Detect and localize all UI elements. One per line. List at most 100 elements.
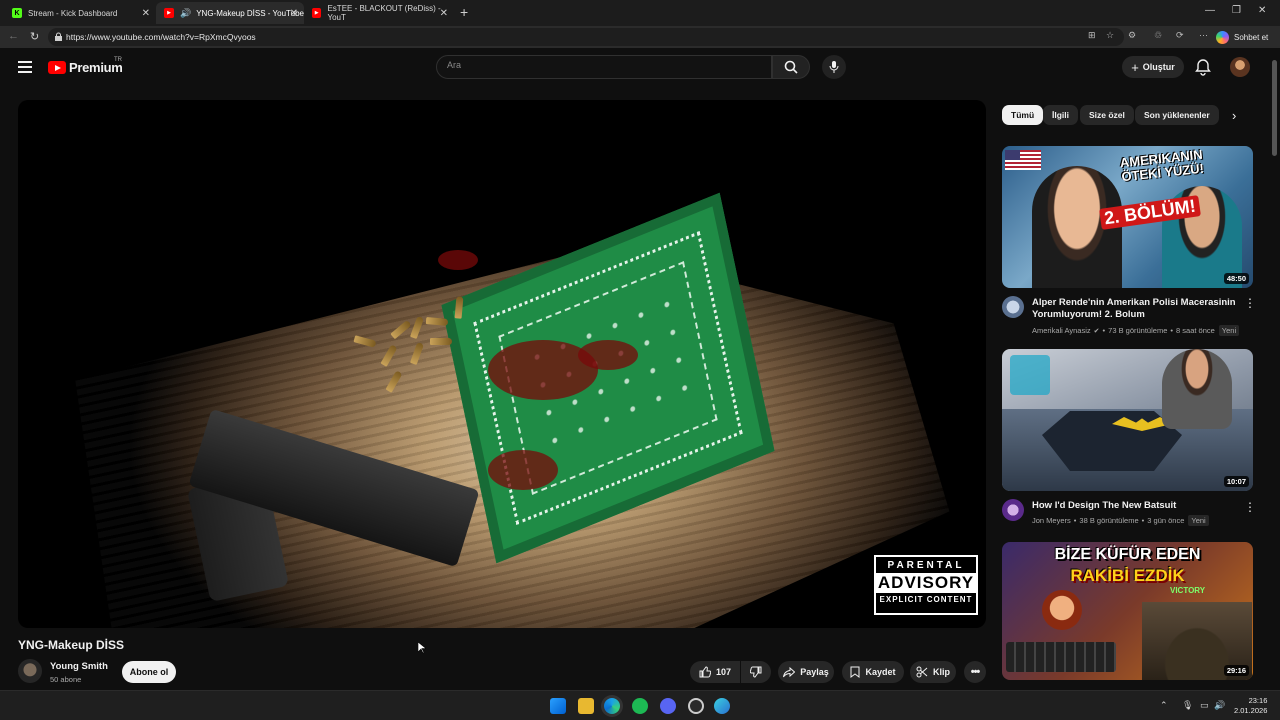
parental-advisory-label: PARENTAL ADVISORY EXPLICIT CONTENT	[874, 555, 978, 615]
channel-name[interactable]: Jon Meyers	[1032, 516, 1071, 525]
apps-icon[interactable]: ⊞	[1088, 30, 1096, 41]
chip-for-you[interactable]: Size özel	[1080, 105, 1134, 125]
more-vertical-icon[interactable]: ⋮	[1244, 500, 1256, 514]
copilot-label: Sohbet et	[1234, 32, 1269, 42]
close-tab-icon[interactable]: ✕	[142, 8, 150, 19]
search-input[interactable]	[447, 60, 747, 70]
network-icon[interactable]: ▭	[1200, 700, 1209, 711]
search-box	[436, 55, 772, 79]
close-tab-icon[interactable]: ✕	[290, 8, 298, 19]
copilot-button[interactable]: Sohbet et	[1216, 29, 1268, 45]
view-count: 38 B görüntüleme	[1079, 516, 1139, 525]
save-label: Kaydet	[865, 667, 896, 677]
extensions-icon[interactable]: ⚙	[1128, 30, 1136, 41]
microphone-icon	[829, 61, 839, 73]
channel-avatar[interactable]	[1002, 499, 1024, 521]
microphone-tray-icon[interactable]: 🎙	[1182, 700, 1193, 711]
advisory-line3: EXPLICIT CONTENT	[879, 595, 973, 604]
lock-icon	[55, 32, 62, 41]
discord-icon[interactable]	[660, 698, 676, 714]
volume-icon[interactable]: 🔊	[1214, 700, 1225, 711]
plus-icon: +	[1131, 59, 1139, 75]
chip-related[interactable]: İlgili	[1043, 105, 1078, 125]
blood-stain	[578, 340, 638, 370]
collections-icon[interactable]: ♲	[1154, 30, 1162, 41]
speaker-icon[interactable]: 🔊	[180, 8, 191, 19]
window-close-icon[interactable]: ✕	[1258, 5, 1266, 16]
scrollbar-thumb[interactable]	[1272, 60, 1277, 156]
hamburger-menu-icon[interactable]	[18, 61, 32, 73]
new-badge: Yeni	[1188, 515, 1209, 526]
more-actions-button[interactable]: •••	[964, 661, 986, 683]
new-tab-icon[interactable]: +	[460, 4, 468, 20]
edge-dev-icon[interactable]	[714, 698, 730, 714]
recommendation-thumbnail[interactable]: AMERIKANIN ÖTEKİ YÜZÜ! 2. BÖLÜM! 48:50	[1002, 146, 1253, 288]
youtube-premium-logo[interactable]: Premium TR	[48, 57, 123, 75]
chip-recently-uploaded[interactable]: Son yüklenenler	[1135, 105, 1219, 125]
recommendation-title[interactable]: How I'd Design The New Batsuit	[1032, 500, 1237, 512]
recommendation-thumbnail[interactable]: BİZE KÜFÜR EDEN RAKİBİ EZDİK VICTORY 29:…	[1002, 542, 1253, 680]
system-clock[interactable]: 23:16 2.01.2026	[1234, 696, 1267, 716]
thumbnail-caption: VICTORY	[1170, 586, 1206, 595]
obs-icon[interactable]	[688, 698, 704, 714]
thumbnail-caption: BİZE KÜFÜR EDEN	[1054, 546, 1201, 563]
maximize-icon[interactable]: ❐	[1232, 5, 1241, 16]
advisory-line1: PARENTAL	[887, 560, 965, 571]
clip-button[interactable]: Klip	[910, 661, 956, 683]
view-count: 73 B görüntüleme	[1108, 326, 1168, 335]
recommendation-meta: Amerikali Aynasiz ✔ • 73 B görüntüleme •…	[1032, 325, 1240, 336]
sync-icon[interactable]: ⟳	[1176, 30, 1184, 41]
subscribe-button[interactable]: Abone ol	[122, 661, 176, 683]
minimize-icon[interactable]: —	[1205, 5, 1215, 16]
favorite-star-icon[interactable]: ☆	[1106, 30, 1114, 41]
create-label: Oluştur	[1142, 62, 1175, 72]
bullet	[430, 338, 452, 345]
chevron-right-icon[interactable]: ›	[1232, 108, 1236, 123]
tab-title: Stream - Kick Dashboard	[28, 8, 118, 18]
video-duration: 10:07	[1223, 476, 1249, 487]
scissors-icon	[916, 666, 928, 678]
recommendation-thumbnail[interactable]: 10:07	[1002, 349, 1253, 491]
tab-title: EsTEE - BLACKOUT (ReDiss) - YouT	[327, 4, 441, 22]
save-button[interactable]: Kaydet	[842, 661, 904, 683]
tray-overflow-icon[interactable]: ⌃	[1160, 700, 1168, 711]
new-badge: Yeni	[1218, 325, 1240, 336]
account-avatar[interactable]	[1230, 57, 1250, 77]
channel-avatar[interactable]	[18, 659, 42, 683]
voice-search-button[interactable]	[822, 55, 846, 79]
recommendation-meta: Jon Meyers • 38 B görüntüleme • 3 gün ön…	[1032, 515, 1209, 526]
edge-browser-icon[interactable]	[604, 698, 620, 714]
dislike-button[interactable]	[741, 661, 771, 683]
more-options-icon[interactable]: ···	[1199, 30, 1208, 40]
notifications-bell-icon[interactable]	[1194, 58, 1212, 76]
refresh-icon[interactable]: ↻	[30, 30, 39, 43]
chip-all[interactable]: Tümü	[1002, 105, 1044, 125]
page-scrollbar[interactable]	[1270, 48, 1280, 690]
more-vertical-icon[interactable]: ⋮	[1244, 296, 1256, 310]
like-button[interactable]: 107	[690, 661, 740, 683]
clip-label: Klip	[933, 667, 950, 677]
channel-name[interactable]: Young Smith	[50, 661, 108, 672]
create-button[interactable]: + Oluştur	[1122, 56, 1184, 78]
browser-tab-youtube-active[interactable]: ▶ 🔊 YNG-Makeup DİSS - YouTube ✕	[156, 2, 304, 24]
search-button[interactable]	[772, 55, 810, 79]
browser-tab-kick[interactable]: K Stream - Kick Dashboard ✕	[4, 2, 156, 24]
browser-tab-estee[interactable]: ▶ EsTEE - BLACKOUT (ReDiss) - YouT ✕	[304, 2, 454, 24]
spotify-icon[interactable]	[632, 698, 648, 714]
blood-stain	[488, 450, 558, 490]
blood-stain	[438, 250, 478, 270]
windows-start-icon[interactable]	[550, 698, 566, 714]
video-duration: 48:50	[1223, 273, 1249, 284]
url-field[interactable]: https://www.youtube.com/watch?v=RpXmcQvy…	[48, 28, 1124, 46]
recommendation-title[interactable]: Alper Rende'nin Amerikan Polisi Macerasi…	[1032, 297, 1237, 321]
thumbnail-caption: AMERIKANIN ÖTEKİ YÜZÜ!	[1119, 146, 1205, 185]
channel-name[interactable]: Amerikali Aynasiz	[1032, 326, 1091, 335]
file-explorer-icon[interactable]	[578, 698, 594, 714]
channel-avatar[interactable]	[1002, 296, 1024, 318]
more-horizontal-icon: •••	[970, 666, 981, 678]
share-button[interactable]: Paylaş	[778, 661, 834, 683]
video-duration: 29:16	[1223, 665, 1249, 676]
close-tab-icon[interactable]: ✕	[440, 8, 448, 19]
back-icon[interactable]: ←	[8, 30, 19, 42]
video-player[interactable]: PARENTAL ADVISORY EXPLICIT CONTENT	[18, 100, 986, 628]
